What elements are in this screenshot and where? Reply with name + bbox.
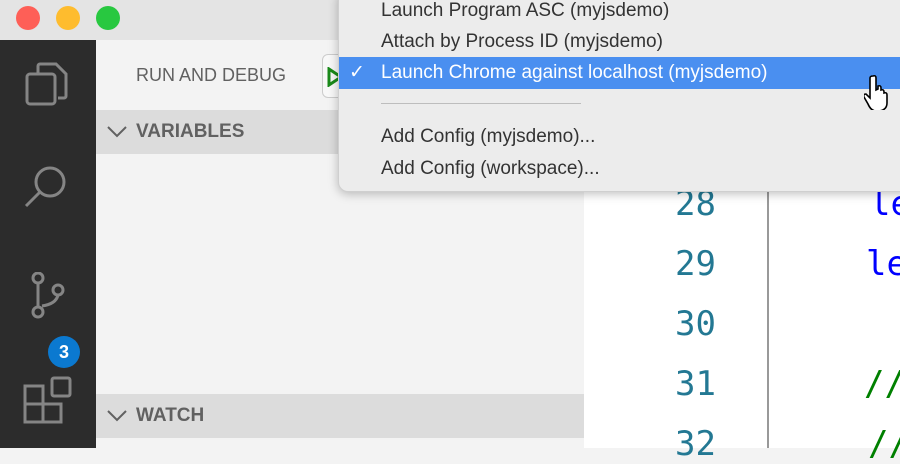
- extensions-icon[interactable]: [20, 374, 76, 430]
- sidebar-title: RUN AND DEBUG: [136, 65, 287, 85]
- source-control-badge: 3: [48, 336, 80, 368]
- search-icon[interactable]: [20, 164, 76, 220]
- checkmark-icon: ✓: [349, 62, 365, 83]
- menu-item-launch-chrome[interactable]: ✓ Launch Chrome against localhost (myjsde…: [339, 57, 900, 89]
- close-window-button[interactable]: [16, 6, 40, 30]
- source-control-icon[interactable]: [20, 271, 76, 328]
- launch-config-dropdown: Launch Program ASC (myjsdemo) Attach by …: [338, 0, 900, 192]
- line-number: 29: [675, 244, 716, 284]
- menu-separator: [381, 103, 581, 104]
- watch-label: WATCH: [136, 405, 205, 426]
- line-number: 31: [675, 364, 716, 404]
- menu-item-label: Launch Chrome against localhost (myjsdem…: [381, 62, 768, 83]
- watch-section-header[interactable]: WATCH: [96, 394, 584, 438]
- menu-item-attach-process[interactable]: Attach by Process ID (myjsdemo): [339, 26, 900, 58]
- menu-item-add-config-project[interactable]: Add Config (myjsdemo)...: [339, 121, 900, 153]
- code-line: //: [868, 424, 900, 464]
- menu-item-label: Add Config (myjsdemo)...: [381, 126, 596, 147]
- menu-item-launch-program[interactable]: Launch Program ASC (myjsdemo): [339, 0, 900, 27]
- hand-cursor-icon: [864, 74, 888, 110]
- menu-item-label: Add Config (workspace)...: [381, 158, 600, 179]
- explorer-icon[interactable]: [20, 60, 76, 116]
- menu-item-label: Attach by Process ID (myjsdemo): [381, 31, 663, 52]
- line-number: 32: [675, 424, 716, 464]
- variables-label: VARIABLES: [136, 121, 245, 142]
- menu-item-label: Launch Program ASC (myjsdemo): [381, 0, 670, 21]
- chevron-down-icon: [107, 126, 127, 138]
- line-number: 30: [675, 304, 716, 344]
- code-line: //: [864, 364, 900, 404]
- minimize-window-button[interactable]: [56, 6, 80, 30]
- code-line: le: [866, 244, 900, 284]
- chevron-down-icon: [107, 410, 127, 422]
- activity-bar: 3: [0, 40, 96, 448]
- maximize-window-button[interactable]: [96, 6, 120, 30]
- menu-item-add-config-workspace[interactable]: Add Config (workspace)...: [339, 153, 900, 185]
